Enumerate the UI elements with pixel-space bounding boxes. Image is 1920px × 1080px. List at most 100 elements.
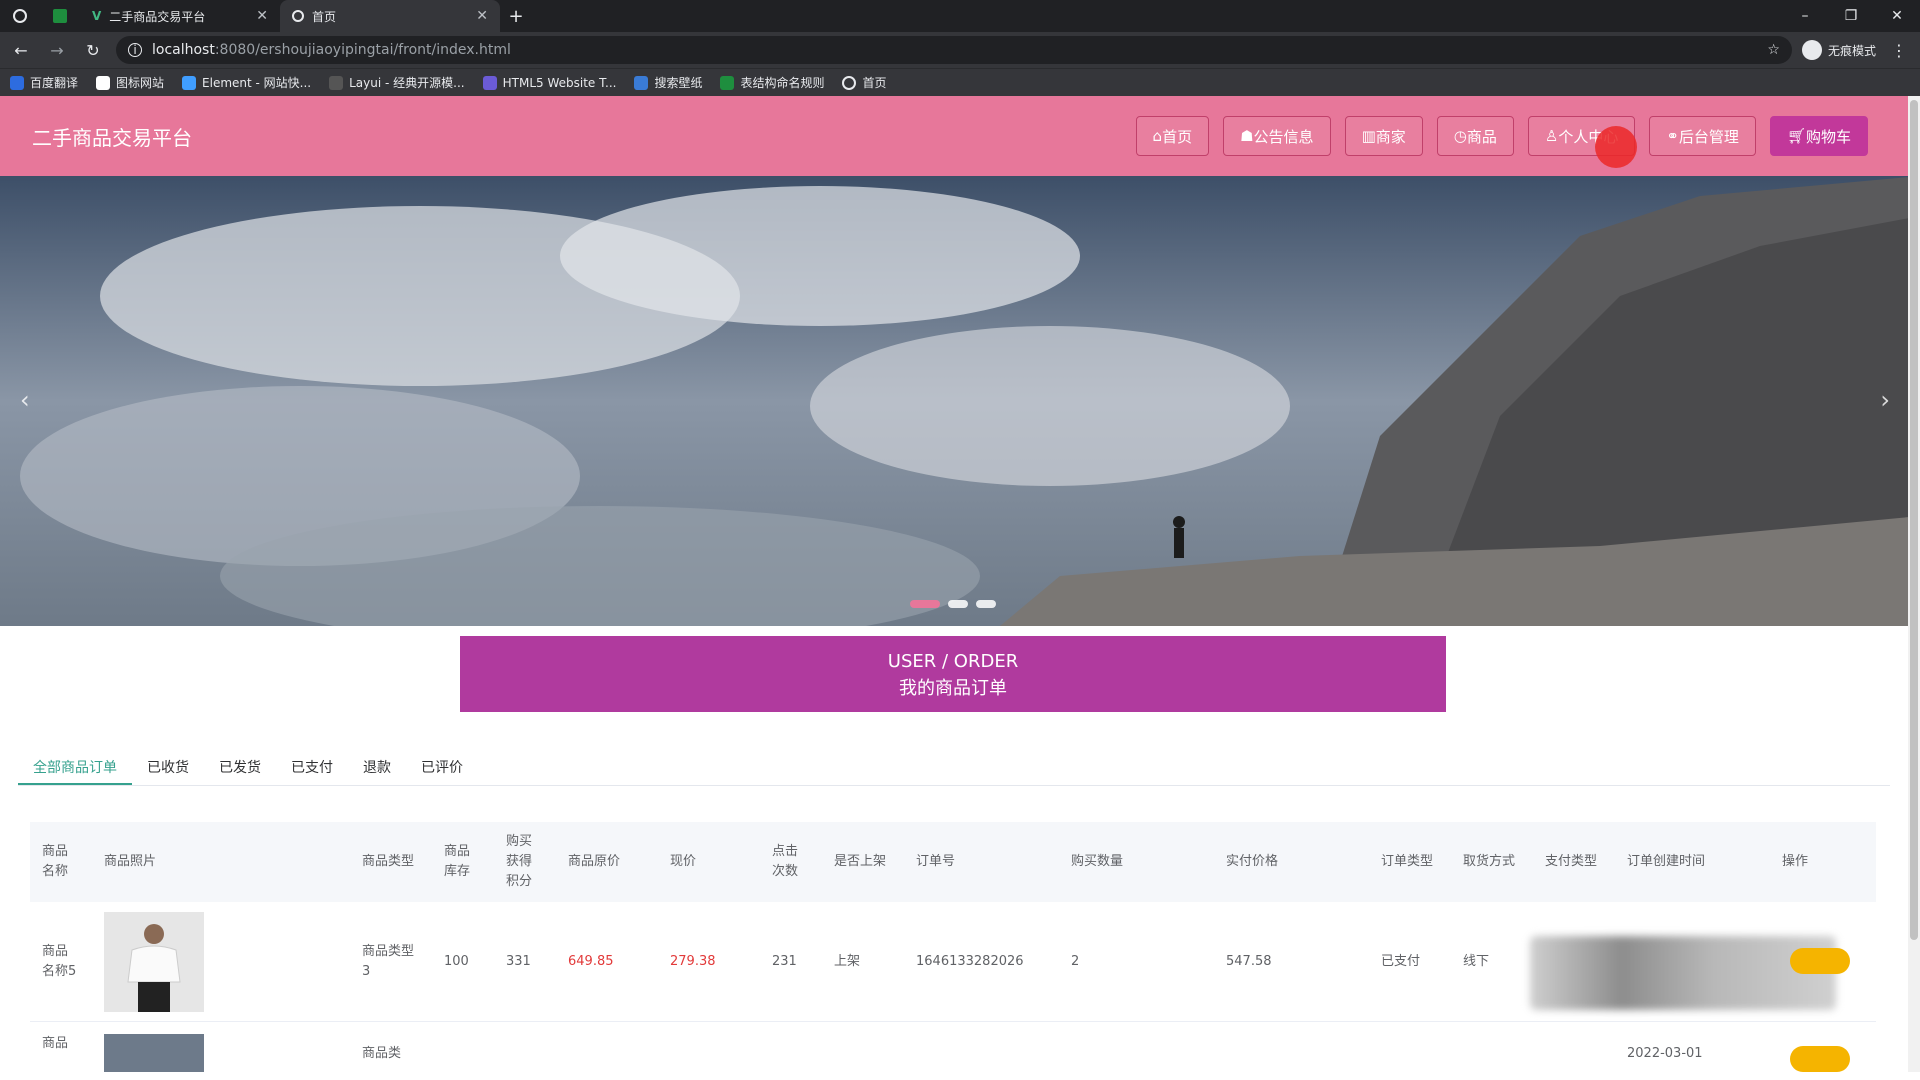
menu-icon[interactable]: ⋮	[1886, 41, 1912, 60]
cell-type: 商品类型3	[362, 943, 415, 979]
url-host: localhost	[152, 42, 215, 58]
order-banner-en: USER / ORDER	[887, 651, 1019, 672]
column-header: 是否上架	[834, 854, 887, 869]
browser-tab-bar: V 二手商品交易平台 ✕ 首页 ✕ + – ❐ ✕	[0, 0, 1920, 32]
column-header: 订单类型	[1381, 854, 1434, 869]
bookmark-item[interactable]: 搜索壁纸	[634, 74, 702, 91]
column-header: 商品原价	[568, 854, 621, 869]
minimize-icon[interactable]: –	[1782, 0, 1828, 32]
back-icon[interactable]: ←	[8, 41, 34, 60]
banner-image	[0, 176, 1920, 626]
carousel-banner[interactable]: ‹ ›	[0, 176, 1920, 626]
translate-icon	[10, 75, 24, 90]
bookmark-item[interactable]: Layui - 经典开源模...	[329, 74, 465, 91]
column-header: 购买数量	[1071, 854, 1124, 869]
browser-pinned-tab-2[interactable]	[40, 0, 80, 32]
bookmark-item[interactable]: HTML5 Website T...	[482, 75, 616, 90]
tab-paid[interactable]: 已支付	[276, 750, 348, 785]
product-photo[interactable]	[104, 1034, 204, 1072]
info-icon[interactable]: i	[128, 43, 142, 57]
layui-icon	[329, 75, 344, 90]
browser-tab-title: 首页	[312, 9, 337, 24]
close-tab-icon[interactable]: ✕	[256, 8, 268, 24]
tab-received[interactable]: 已收货	[132, 750, 204, 785]
table-row: 商品 商品类 2022-03-01	[30, 1022, 1876, 1072]
column-header: 商品照片	[104, 854, 157, 869]
bookmark-item[interactable]: Element - 网站快...	[182, 74, 311, 91]
carousel-indicators	[910, 600, 996, 608]
order-banner-zh: 我的商品订单	[899, 678, 1007, 699]
carousel-dot[interactable]	[948, 600, 968, 608]
forward-icon[interactable]: →	[44, 41, 70, 60]
link-icon: ⚭	[1666, 127, 1679, 145]
address-bar[interactable]: i localhost:8080/ershoujiaoyipingtai/fro…	[116, 36, 1792, 64]
site-title: 二手商品交易平台	[32, 125, 192, 150]
nav-admin-button[interactable]: ⚭ 后台管理	[1649, 116, 1756, 156]
close-window-icon[interactable]: ✕	[1874, 0, 1920, 32]
profile-label: 无痕模式	[1827, 43, 1876, 58]
page-scrollbar[interactable]	[1908, 96, 1920, 1072]
bookmark-item[interactable]: 百度翻译	[10, 74, 78, 91]
bookmark-star-icon[interactable]: ☆	[1767, 42, 1780, 58]
scrollbar-thumb[interactable]	[1910, 100, 1918, 940]
html5-icon	[482, 75, 497, 90]
cell-photo	[92, 911, 350, 1012]
new-tab-button[interactable]: +	[500, 6, 532, 27]
carousel-prev-icon[interactable]: ‹	[20, 386, 30, 414]
nav-cart-button[interactable]: 🛒︎ 购物车	[1769, 116, 1868, 156]
column-header: 取货方式	[1463, 854, 1516, 869]
tab-reviewed[interactable]: 已评价	[406, 750, 478, 785]
globe-icon	[292, 10, 304, 22]
carousel-dot[interactable]	[910, 600, 940, 608]
order-tabs: 全部商品订单 已收货 已发货 已支付 退款 已评价	[18, 750, 1890, 786]
close-tab-icon[interactable]: ✕	[476, 8, 488, 24]
incognito-profile[interactable]: 无痕模式	[1801, 40, 1876, 60]
bookmarks-bar: 百度翻译 图标网站 Element - 网站快... Layui - 经典开源模…	[0, 68, 1920, 96]
user-icon: ♙	[1544, 127, 1559, 145]
restore-icon[interactable]: ❐	[1828, 0, 1874, 32]
column-header: 商品名称	[42, 844, 69, 879]
tab-all-orders[interactable]: 全部商品订单	[18, 750, 132, 785]
column-header: 点击次数	[772, 844, 799, 879]
column-header: 支付类型	[1545, 854, 1598, 869]
bookmark-item[interactable]: 首页	[842, 74, 887, 91]
sheet-icon	[53, 9, 67, 23]
order-section-banner: USER / ORDER 我的商品订单	[460, 636, 1446, 712]
globe-icon	[13, 9, 27, 23]
column-header: 订单号	[916, 854, 956, 869]
element-icon	[182, 75, 197, 90]
bookmark-item[interactable]: 图标网站	[96, 74, 164, 91]
column-header: 现价	[670, 854, 697, 869]
column-header: 操作	[1782, 854, 1809, 869]
table-header: 商品名称 商品照片 商品类型 商品库存 购买获得积分 商品原价 现价 点击次数 …	[30, 822, 1876, 902]
tab-shipped[interactable]: 已发货	[204, 750, 276, 785]
reload-icon[interactable]: ↻	[80, 41, 106, 60]
bookmark-item[interactable]: 表结构命名规则	[720, 74, 824, 91]
cell-name: 商品	[42, 1036, 69, 1051]
globe-icon	[842, 75, 857, 90]
cell-price: 279.38	[670, 953, 716, 969]
cell-order-type: 已支付	[1381, 953, 1421, 969]
action-button-2[interactable]	[1790, 1046, 1850, 1072]
sheet-icon	[720, 75, 735, 90]
carousel-dot[interactable]	[976, 600, 996, 608]
nav-merchant-button[interactable]: ▥ 商家	[1344, 116, 1423, 156]
carousel-next-icon[interactable]: ›	[1880, 386, 1890, 414]
cell-pickup: 线下	[1463, 953, 1490, 969]
vue-icon: V	[92, 9, 102, 23]
browser-tab-1[interactable]: V 二手商品交易平台 ✕	[80, 0, 280, 32]
cell-qty: 2	[1071, 953, 1080, 969]
browser-pinned-tab[interactable]	[0, 0, 40, 32]
browser-tab-2[interactable]: 首页 ✕	[280, 0, 500, 32]
incognito-icon	[1801, 40, 1822, 60]
cell-orig-price: 649.85	[568, 953, 614, 969]
page-viewport: 二手商品交易平台 ⌂ 首页 ☗ 公告信息 ▥ 商家 ◷ 商品 ♙ 个人中心 ⚭ 后台管理 🛒…	[0, 96, 1920, 1072]
nav-home-button[interactable]: ⌂ 首页	[1135, 116, 1210, 156]
nav-goods-button[interactable]: ◷ 商品	[1436, 116, 1514, 156]
action-button[interactable]	[1790, 948, 1850, 974]
nav-notice-button[interactable]: ☗ 公告信息	[1223, 116, 1331, 156]
tab-refund[interactable]: 退款	[348, 750, 406, 785]
browser-toolbar: ← → ↻ i localhost:8080/ershoujiaoyipingt…	[0, 32, 1920, 68]
product-photo[interactable]	[104, 911, 204, 1012]
cell-photo	[92, 1034, 350, 1072]
